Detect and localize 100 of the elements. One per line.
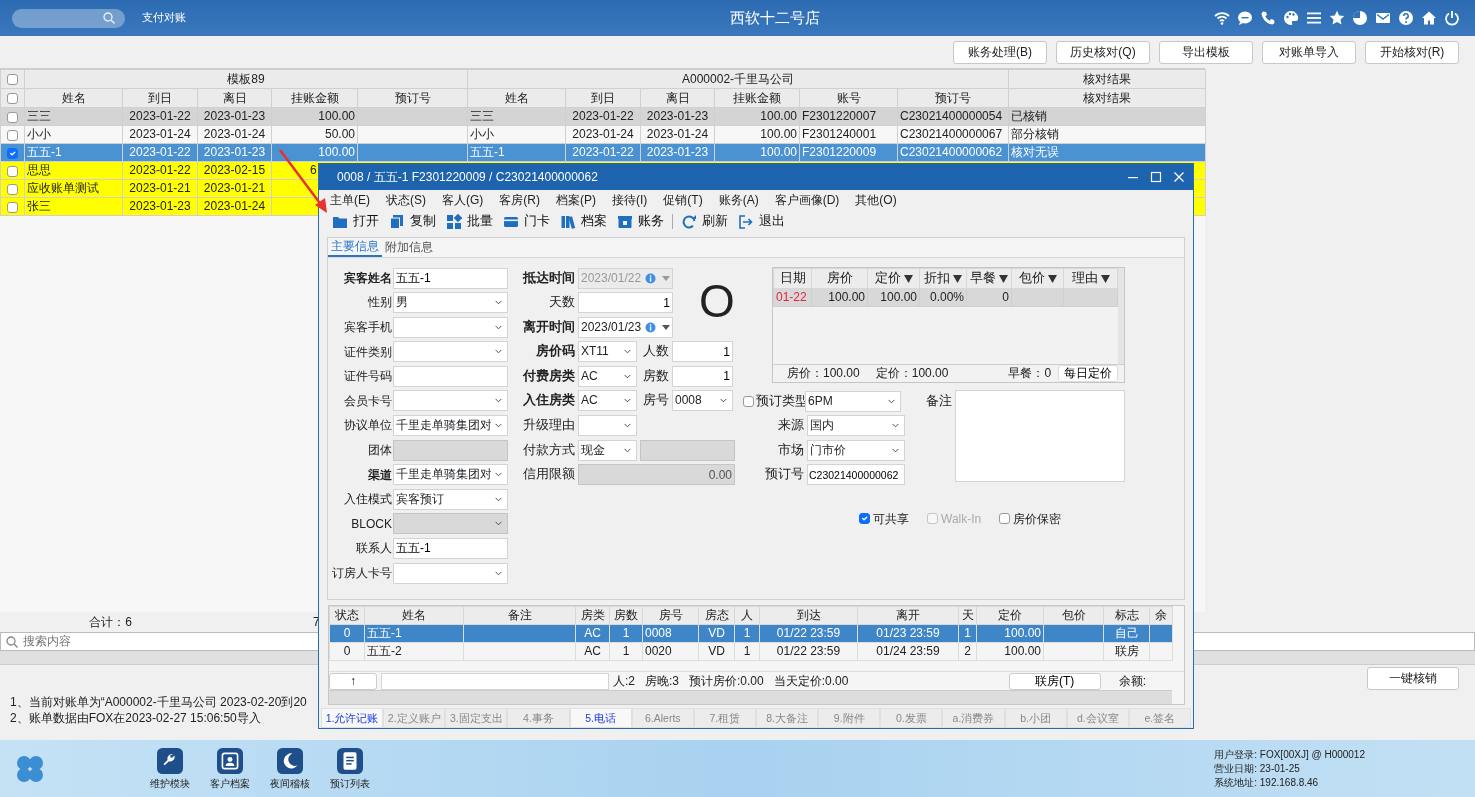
group-header: 核对结果 xyxy=(1008,69,1206,89)
checkbox-label: Walk-In xyxy=(941,511,982,527)
column-header: 姓名 xyxy=(364,606,464,625)
column-header: 房号 xyxy=(642,606,699,625)
message-text: 1、当前对账单为“A000002-千里马公司 2023-02-20到20 xyxy=(10,695,307,711)
column-header: 早餐 xyxy=(966,268,1012,289)
field-label: BLOCK xyxy=(350,516,393,532)
info-text: 用户登录: FOX[00XJ] @ H000012 xyxy=(1214,747,1365,762)
column-header: 日期 xyxy=(773,268,812,289)
column-header: 房数 xyxy=(609,606,643,625)
field-label: 升级理由 xyxy=(522,418,576,434)
table-cell: 联房 xyxy=(1103,642,1150,661)
table-cell: 小小 xyxy=(467,125,566,144)
price-summary: 早餐：0 xyxy=(1008,366,1052,381)
column-header: 定价 xyxy=(976,606,1044,625)
group-header: 模板89 xyxy=(24,69,468,89)
table-cell: 2023-01-22 xyxy=(122,107,198,126)
table-cell: 01/22 23:59 xyxy=(759,642,858,661)
column-header: 余 xyxy=(1149,606,1173,625)
stat-text: 当天定价:0.00 xyxy=(773,673,849,689)
field-label: 信用限额 xyxy=(522,467,576,483)
table-cell: 2023-01-24 xyxy=(565,125,641,144)
column-header: 折扣 xyxy=(919,268,967,289)
table-cell: 2023-01-21 xyxy=(197,179,272,198)
table-cell: 应收账单测试 xyxy=(24,179,123,198)
table-cell: 2023-01-24 xyxy=(197,197,272,216)
column-header: 备注 xyxy=(463,606,576,625)
field-label: 协议单位 xyxy=(343,418,393,433)
table-cell: 2023-01-22 xyxy=(565,107,641,126)
column-header: 定价 xyxy=(867,268,920,289)
table-cell: 100.00 xyxy=(271,107,358,126)
table-cell: 2 xyxy=(958,642,977,661)
table-cell: 100.00 xyxy=(714,125,800,144)
info-text: 系统地址: 192.168.8.46 xyxy=(1214,775,1320,790)
price-summary: 房价：100.00 xyxy=(787,366,860,381)
table-cell: 五五-2 xyxy=(364,642,464,661)
stat-text: 人:2 xyxy=(613,673,635,689)
table-cell: 100.00 xyxy=(714,107,800,126)
table-cell: 2023-01-23 xyxy=(197,107,272,126)
field-label: 房数 xyxy=(642,368,670,384)
field-label: 备注 xyxy=(925,393,953,410)
field-label: 天数 xyxy=(548,295,576,311)
field-label: 抵达时间 xyxy=(521,270,576,286)
checkbox-label: 房价保密 xyxy=(1013,511,1062,527)
checkbox-label: 可共享 xyxy=(873,511,909,527)
field-label: 房号 xyxy=(642,393,670,409)
field-label: 付款方式 xyxy=(522,442,576,458)
field-label: 联系人 xyxy=(355,541,393,556)
table-cell: 0 xyxy=(329,642,365,661)
table-cell: 01/24 23:59 xyxy=(857,642,959,661)
field-label: 宾客姓名 xyxy=(343,270,393,286)
balance-label: 余额: xyxy=(1118,673,1146,689)
table-cell: 小小 xyxy=(24,125,123,144)
field-label: 订房人卡号 xyxy=(331,565,393,581)
table-cell: AC xyxy=(575,642,610,661)
field-label: 证件类别 xyxy=(343,344,393,359)
table-cell: 50.00 xyxy=(271,125,358,144)
field-label: 房价码 xyxy=(535,344,576,360)
info-text: 营业日期: 23-01-25 xyxy=(1214,761,1301,776)
table-cell: 2023-01-23 xyxy=(640,107,715,126)
table-cell: 1 xyxy=(734,642,760,661)
field-label: 宾客手机 xyxy=(343,320,393,335)
table-cell: 2023-02-15 xyxy=(197,161,272,180)
column-header: 状态 xyxy=(329,606,365,625)
table-cell: C23021400000067 xyxy=(897,125,1009,144)
field-label: 付费房类 xyxy=(521,368,576,384)
column-header: 包价 xyxy=(1011,268,1064,289)
column-header: 离开 xyxy=(857,606,959,625)
table-cell: 思思 xyxy=(24,161,123,180)
table-cell: 已核销 xyxy=(1008,107,1206,126)
field-label: 离开时间 xyxy=(522,319,576,335)
message-text: 2、账单数据由FOX在2023-02-27 15:06:50导入 xyxy=(10,711,261,727)
app-title: 西软十二号店 xyxy=(729,9,821,27)
status-letter: O xyxy=(699,278,735,324)
column-header: 房态 xyxy=(698,606,735,625)
field-label: 团体 xyxy=(367,442,393,458)
column-header: 人 xyxy=(734,606,760,625)
field-label: 性别 xyxy=(367,295,393,310)
column-header: 标志 xyxy=(1103,606,1150,625)
field-label: 来源 xyxy=(777,418,805,434)
table-cell: 2023-01-22 xyxy=(122,161,198,180)
table-cell: 2023-01-23 xyxy=(122,197,198,216)
table-cell: 三三 xyxy=(24,107,123,126)
field-label: 市场 xyxy=(777,442,805,458)
price-summary: 定价：100.00 xyxy=(875,366,949,381)
column-header: 包价 xyxy=(1043,606,1104,625)
column-header: 理由 xyxy=(1063,268,1118,289)
table-cell: 2023-01-24 xyxy=(640,125,715,144)
table-cell: 2023-01-21 xyxy=(122,179,198,198)
field-label: 预订号 xyxy=(764,467,805,483)
table-cell: 2023-01-24 xyxy=(197,125,272,144)
table-cell: F2301240001 xyxy=(799,125,898,144)
table-cell: F2301220007 xyxy=(799,107,898,126)
field-label: 证件号码 xyxy=(343,369,393,384)
field-label: 渠道 xyxy=(367,467,393,482)
table-cell: 部分核销 xyxy=(1008,125,1206,144)
group-header: A000002-千里马公司 xyxy=(467,69,1009,89)
table-cell: 0020 xyxy=(642,642,699,661)
field-label: 人数 xyxy=(642,344,670,360)
table-cell: 三三 xyxy=(467,107,566,126)
